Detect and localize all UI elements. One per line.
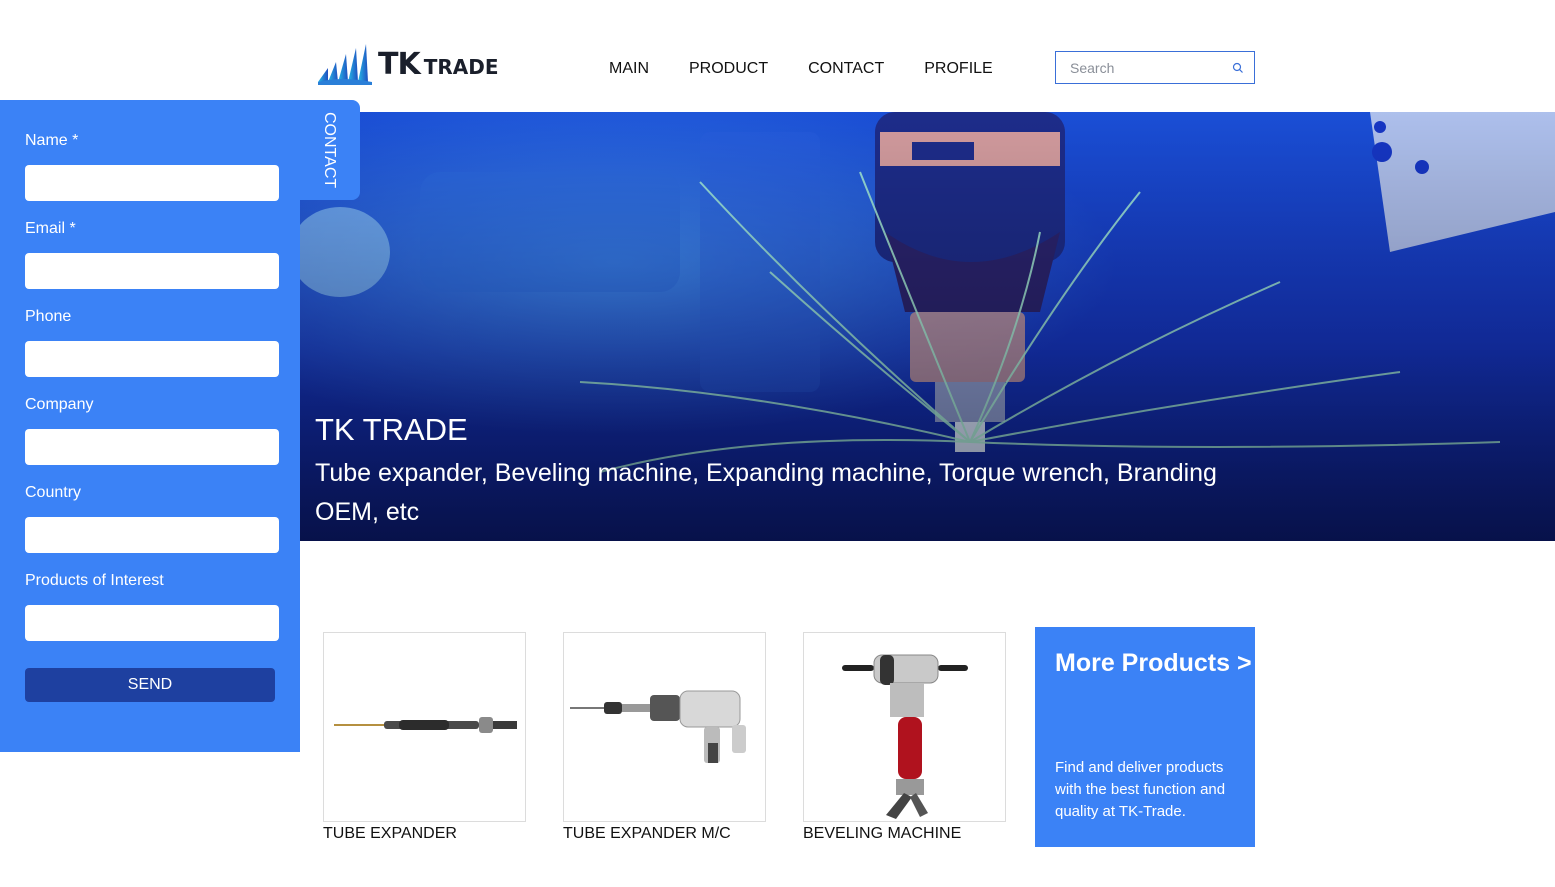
- company-field[interactable]: [25, 429, 279, 465]
- email-label: Email *: [25, 220, 76, 237]
- email-field-group: Email *: [25, 220, 279, 289]
- product-name[interactable]: BEVELING MACHINE: [803, 825, 1006, 843]
- product-image[interactable]: [803, 632, 1006, 822]
- name-field-group: Name *: [25, 132, 279, 201]
- product-image[interactable]: [563, 632, 766, 822]
- product-name[interactable]: TUBE EXPANDER M/C: [563, 825, 766, 843]
- main-nav: MAIN PRODUCT CONTACT PROFILE: [609, 60, 1033, 78]
- hero-banner: TK TRADE Tube expander, Beveling machine…: [300, 112, 1555, 541]
- more-products-card[interactable]: More Products > Find and deliver product…: [1035, 627, 1255, 847]
- logo-mark-icon: [318, 44, 372, 85]
- contact-form-panel: Name * Email * Phone Company Country Pro…: [0, 100, 300, 752]
- search-box: [1055, 51, 1255, 84]
- beveling-machine-image: [842, 654, 968, 819]
- search-icon[interactable]: [1232, 62, 1244, 74]
- search-input[interactable]: [1056, 52, 1230, 83]
- product-card[interactable]: BEVELING MACHINE: [803, 632, 1006, 843]
- nav-item-profile[interactable]: PROFILE: [924, 60, 992, 78]
- nav-item-main[interactable]: MAIN: [609, 60, 649, 78]
- nav-item-product[interactable]: PRODUCT: [689, 60, 768, 78]
- country-label: Country: [25, 484, 82, 501]
- send-button[interactable]: SEND: [25, 668, 275, 702]
- logo-text-primary: TK: [378, 46, 421, 82]
- tube-expander-mc-image: [570, 690, 746, 763]
- hero-title: TK TRADE: [315, 412, 468, 447]
- more-products-description: Find and deliver products with the best …: [1055, 759, 1226, 820]
- contact-tab-label: CONTACT: [321, 112, 338, 189]
- product-card[interactable]: TUBE EXPANDER M/C: [563, 632, 766, 843]
- company-field-group: Company: [25, 396, 279, 465]
- contact-tab[interactable]: CONTACT: [300, 100, 360, 200]
- products-interest-label: Products of Interest: [25, 572, 164, 589]
- tube-expander-image: [334, 717, 517, 733]
- phone-field[interactable]: [25, 341, 279, 377]
- more-products-link[interactable]: More Products >: [1055, 649, 1252, 678]
- product-name[interactable]: TUBE EXPANDER: [323, 825, 526, 843]
- country-field[interactable]: [25, 517, 279, 553]
- products-interest-field-group: Products of Interest: [25, 572, 279, 641]
- email-field[interactable]: [25, 253, 279, 289]
- product-card[interactable]: TUBE EXPANDER: [323, 632, 526, 843]
- company-label: Company: [25, 396, 94, 413]
- nav-item-contact[interactable]: CONTACT: [808, 60, 884, 78]
- phone-field-group: Phone: [25, 308, 279, 377]
- logo-text-secondary: TRADE: [423, 54, 499, 79]
- country-field-group: Country: [25, 484, 279, 553]
- products-interest-field[interactable]: [25, 605, 279, 641]
- name-label: Name *: [25, 132, 79, 149]
- name-field[interactable]: [25, 165, 279, 201]
- hero-subtitle: Tube expander, Beveling machine, Expandi…: [315, 459, 1217, 526]
- phone-label: Phone: [25, 308, 72, 325]
- product-image[interactable]: [323, 632, 526, 822]
- brand-logo[interactable]: TK TRADE: [316, 40, 499, 88]
